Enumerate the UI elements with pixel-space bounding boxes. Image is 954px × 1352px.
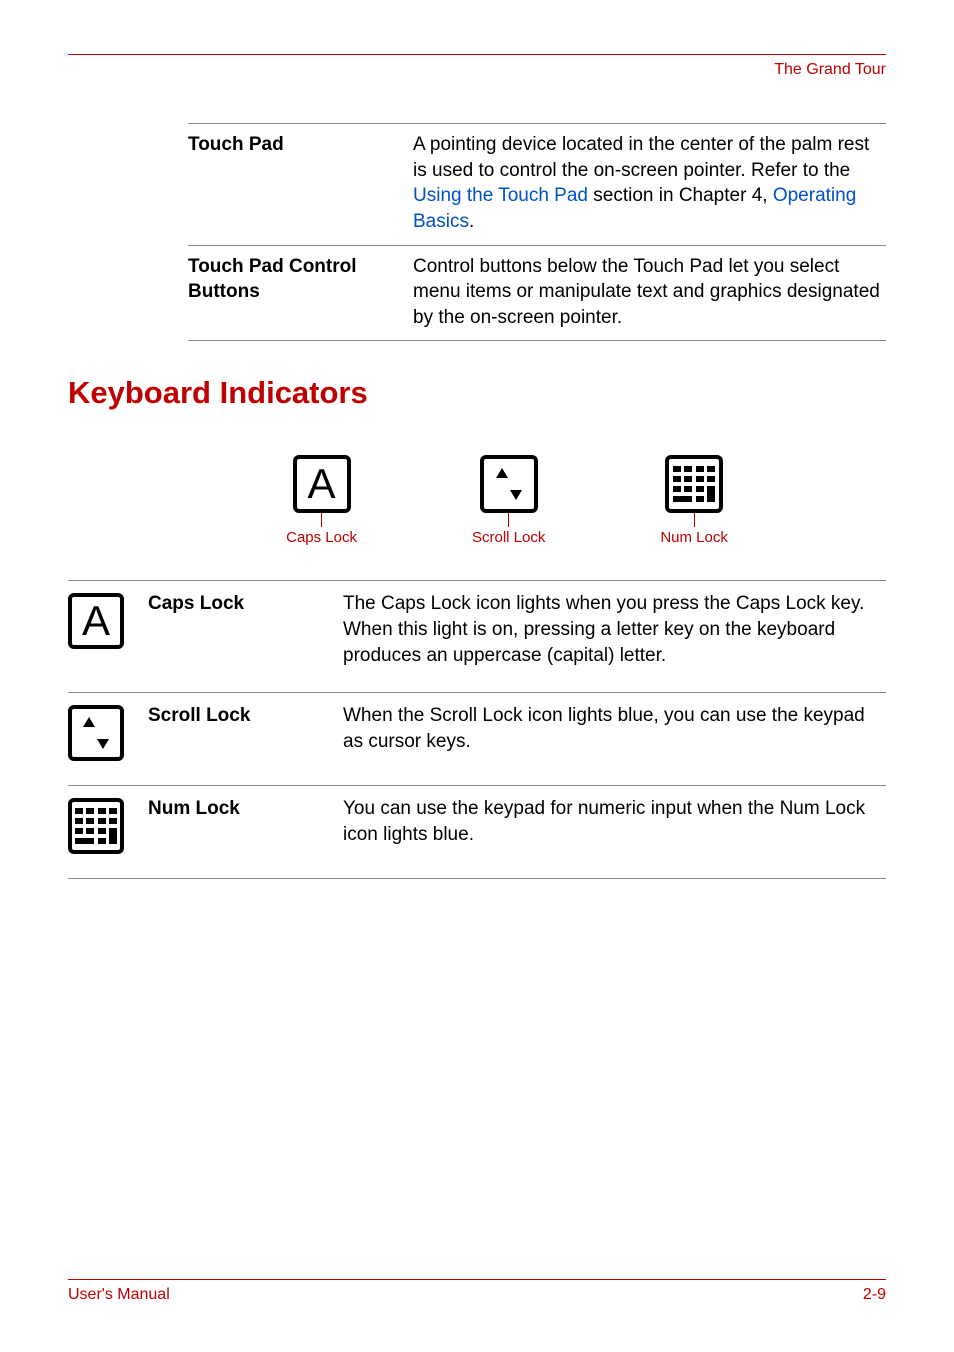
num-lock-icon	[665, 455, 723, 513]
caps-lock-icon: A	[293, 455, 351, 513]
touch-pad-table: Touch Pad A pointing device located in t…	[188, 123, 886, 341]
table-row: Scroll Lock When the Scroll Lock icon li…	[68, 692, 886, 785]
desc-text: A pointing device located in the center …	[413, 134, 869, 181]
table-row: A Caps Lock The Caps Lock icon lights wh…	[68, 580, 886, 692]
header-rule	[68, 54, 886, 55]
indicator-icons-row: A Caps Lock Scroll Lock Num Loc	[128, 455, 886, 546]
header-title: The Grand Tour	[68, 61, 886, 79]
term-touch-pad-buttons: Touch Pad Control Buttons	[188, 254, 413, 331]
term-scroll-lock: Scroll Lock	[148, 703, 343, 761]
table-row: Num Lock You can use the keypad for nume…	[68, 785, 886, 879]
term-caps-lock: Caps Lock	[148, 591, 343, 668]
scroll-lock-icon	[480, 455, 538, 513]
term-touch-pad: Touch Pad	[188, 132, 413, 235]
footer-page-number: 2-9	[863, 1286, 886, 1304]
caps-lock-icon: A	[68, 593, 124, 649]
callout-stem	[694, 513, 695, 527]
caps-lock-icon-cell: A Caps Lock	[286, 455, 357, 546]
footer-rule	[68, 1279, 886, 1280]
scroll-lock-icon-cell: Scroll Lock	[472, 455, 545, 546]
section-title: Keyboard Indicators	[68, 375, 886, 411]
link-using-touch-pad[interactable]: Using the Touch Pad	[413, 185, 588, 206]
desc-scroll-lock: When the Scroll Lock icon lights blue, y…	[343, 703, 886, 761]
desc-text: section in Chapter 4,	[588, 185, 773, 206]
num-lock-label: Num Lock	[660, 529, 728, 546]
desc-text: .	[469, 211, 474, 232]
row-icon-col	[68, 796, 148, 854]
footer: User's Manual 2-9	[68, 1279, 886, 1304]
row-icon-col	[68, 703, 148, 761]
row-icon-col: A	[68, 591, 148, 668]
term-num-lock: Num Lock	[148, 796, 343, 854]
num-lock-icon	[68, 798, 124, 854]
scroll-lock-label: Scroll Lock	[472, 529, 545, 546]
callout-stem	[321, 513, 322, 527]
desc-caps-lock: The Caps Lock icon lights when you press…	[343, 591, 886, 668]
desc-touch-pad-buttons: Control buttons below the Touch Pad let …	[413, 254, 886, 331]
scroll-lock-icon	[68, 705, 124, 761]
caps-lock-label: Caps Lock	[286, 529, 357, 546]
desc-touch-pad: A pointing device located in the center …	[413, 132, 886, 235]
indicator-table: A Caps Lock The Caps Lock icon lights wh…	[68, 580, 886, 879]
footer-left: User's Manual	[68, 1286, 170, 1304]
callout-stem	[508, 513, 509, 527]
table-row: Touch Pad A pointing device located in t…	[188, 123, 886, 245]
table-row: Touch Pad Control Buttons Control button…	[188, 245, 886, 342]
desc-num-lock: You can use the keypad for numeric input…	[343, 796, 886, 854]
num-lock-icon-cell: Num Lock	[660, 455, 728, 546]
